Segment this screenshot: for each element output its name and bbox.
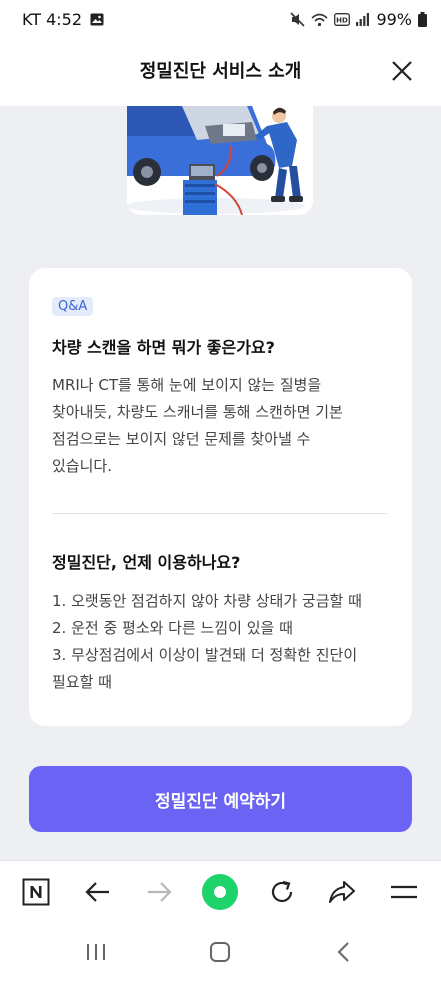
answer-1-line: 찾아내듯, 차량도 스캐너를 통해 스캔하면 기본 <box>52 403 343 421</box>
recent-apps-icon <box>87 944 105 960</box>
refresh-button[interactable] <box>264 874 300 910</box>
battery-icon <box>418 12 427 27</box>
content-area: Q&A 차량 스캔을 하면 뭐가 좋은가요? MRI나 CT를 통해 눈에 보이… <box>0 106 441 860</box>
qa-card: Q&A 차량 스캔을 하면 뭐가 좋은가요? MRI나 CT를 통해 눈에 보이… <box>29 268 412 726</box>
answer-2-line: 필요할 때 <box>52 673 112 691</box>
naver-n-icon <box>22 878 50 906</box>
answer-1-line: 있습니다. <box>52 457 112 475</box>
status-left: KT 4:52 <box>22 10 104 29</box>
home-icon <box>210 942 230 962</box>
refresh-icon <box>271 880 293 903</box>
browser-toolbar <box>0 860 441 923</box>
wifi-icon <box>311 13 328 26</box>
page-header: 정밀진단 서비스 소개 <box>0 40 441 106</box>
share-button[interactable] <box>324 874 360 910</box>
system-back-button[interactable] <box>330 939 358 965</box>
back-icon <box>337 942 349 962</box>
page-title: 정밀진단 서비스 소개 <box>139 61 302 82</box>
answer-1: MRI나 CT를 통해 눈에 보이지 않는 질병을 찾아내듯, 차량도 스캐너를… <box>52 372 397 480</box>
answer-2-line: 3. 무상점검에서 이상이 발견돼 더 정확한 진단이 <box>52 646 358 664</box>
answer-1-line: 점검으로는 보이지 않던 문제를 찾아낼 수 <box>52 430 311 448</box>
green-dot-button[interactable] <box>202 874 238 910</box>
recent-apps-button[interactable] <box>82 939 110 965</box>
qa-badge: Q&A <box>52 297 94 316</box>
forward-button[interactable] <box>141 874 177 910</box>
carrier-time: KT 4:52 <box>22 10 83 29</box>
answer-1-line: MRI나 CT를 통해 눈에 보이지 않는 질병을 <box>52 376 322 394</box>
back-arrow-icon <box>85 882 109 902</box>
green-dot-icon <box>202 874 238 910</box>
menu-button[interactable] <box>386 874 422 910</box>
system-nav-bar <box>0 922 441 981</box>
answer-2-line: 1. 오랫동안 점검하지 않아 차량 상태가 궁금할 때 <box>52 592 362 610</box>
answer-2-line: 2. 운전 중 평소와 다른 느낌이 있을 때 <box>52 619 293 637</box>
svg-text:HD: HD <box>337 17 349 25</box>
mechanic-scanning-car-image <box>127 106 305 215</box>
mute-icon <box>290 12 306 27</box>
signal-icon <box>356 13 370 26</box>
status-right: HD 99% <box>290 10 427 29</box>
question-title-2: 정밀진단, 언제 이용하나요? <box>52 553 241 572</box>
question-title-1: 차량 스캔을 하면 뭐가 좋은가요? <box>52 338 275 357</box>
forward-arrow-icon <box>148 882 172 902</box>
car-mechanic-illustration <box>127 106 313 215</box>
back-button[interactable] <box>80 874 116 910</box>
menu-icon <box>391 885 417 899</box>
share-icon <box>329 881 355 903</box>
status-bar: KT 4:52 HD 99% <box>0 0 441 40</box>
naver-home-button[interactable] <box>18 874 54 910</box>
close-icon <box>392 61 412 81</box>
battery-percent: 99% <box>376 10 412 29</box>
hd-icon: HD <box>334 13 351 26</box>
close-button[interactable] <box>389 58 415 84</box>
book-diagnosis-button[interactable]: 정밀진단 예약하기 <box>29 766 412 832</box>
answer-2: 1. 오랫동안 점검하지 않아 차량 상태가 궁금할 때 2. 운전 중 평소와… <box>52 588 397 696</box>
divider <box>52 513 387 514</box>
gallery-icon <box>90 13 104 26</box>
home-button[interactable] <box>206 939 234 965</box>
